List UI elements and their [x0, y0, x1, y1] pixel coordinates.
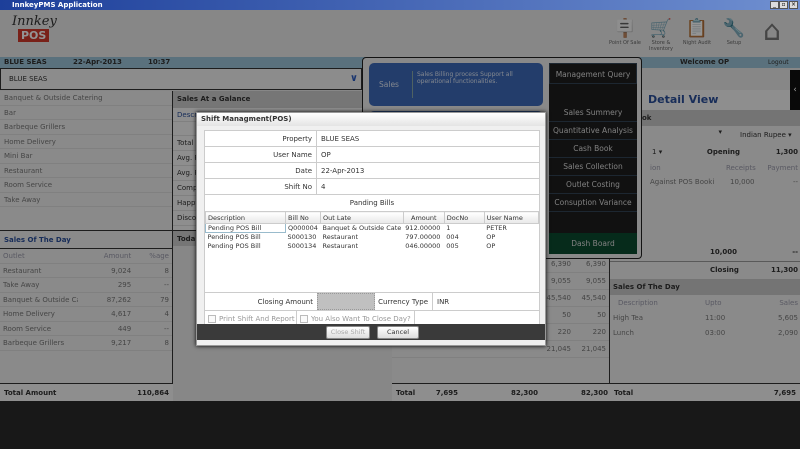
dialog-title: Shift Managment(POS): [197, 113, 545, 126]
field-label: Shift No: [205, 179, 317, 194]
column-header[interactable]: User Name: [483, 211, 540, 224]
pending-bills-table: Description Bill No Out Late Amount DocN…: [205, 211, 540, 251]
close-shift-button[interactable]: Close Shift: [326, 326, 370, 339]
shift-management-dialog: Shift Managment(POS) Property BLUE SEAS U…: [196, 112, 546, 346]
column-header[interactable]: Description: [205, 211, 286, 224]
column-header[interactable]: Out Late: [320, 211, 404, 224]
table-row[interactable]: Pending POS Bill S000130 Restaurant 797.000…: [206, 233, 539, 242]
currency-type-value: INR: [437, 298, 450, 306]
shift-no-value: 4: [321, 183, 326, 191]
close-button[interactable]: ×: [789, 1, 798, 9]
currency-type-label: Currency Type: [375, 293, 433, 310]
column-header[interactable]: DocNo: [443, 211, 485, 224]
property-value: BLUE SEAS: [321, 135, 360, 143]
column-header[interactable]: Bill No: [285, 211, 321, 224]
column-header[interactable]: Amount: [402, 211, 445, 224]
table-row[interactable]: Pending POS Bill Q000004 Banquet & Outside…: [205, 223, 539, 233]
field-label: Property: [205, 131, 317, 146]
restore-button[interactable]: ▫: [779, 1, 788, 9]
user-name-value: OP: [321, 151, 331, 159]
title-bar: InnkeyPMS Application: [0, 0, 800, 10]
field-label: Date: [205, 163, 317, 178]
minimize-button[interactable]: _: [770, 1, 779, 9]
dialog-button-bar: Close Shift Cancel: [197, 324, 545, 340]
cancel-button[interactable]: Cancel: [377, 326, 419, 339]
field-label: User Name: [205, 147, 317, 162]
pending-bills-title: Panding Bills: [349, 199, 395, 207]
closing-amount-input[interactable]: [317, 293, 375, 310]
closing-amount-label: Closing Amount: [257, 298, 313, 306]
date-value: 22-Apr-2013: [321, 167, 365, 175]
table-row[interactable]: Pending POS Bill S000134 Restaurant 046.000…: [206, 242, 539, 251]
app-title: InnkeyPMS Application: [12, 1, 103, 9]
